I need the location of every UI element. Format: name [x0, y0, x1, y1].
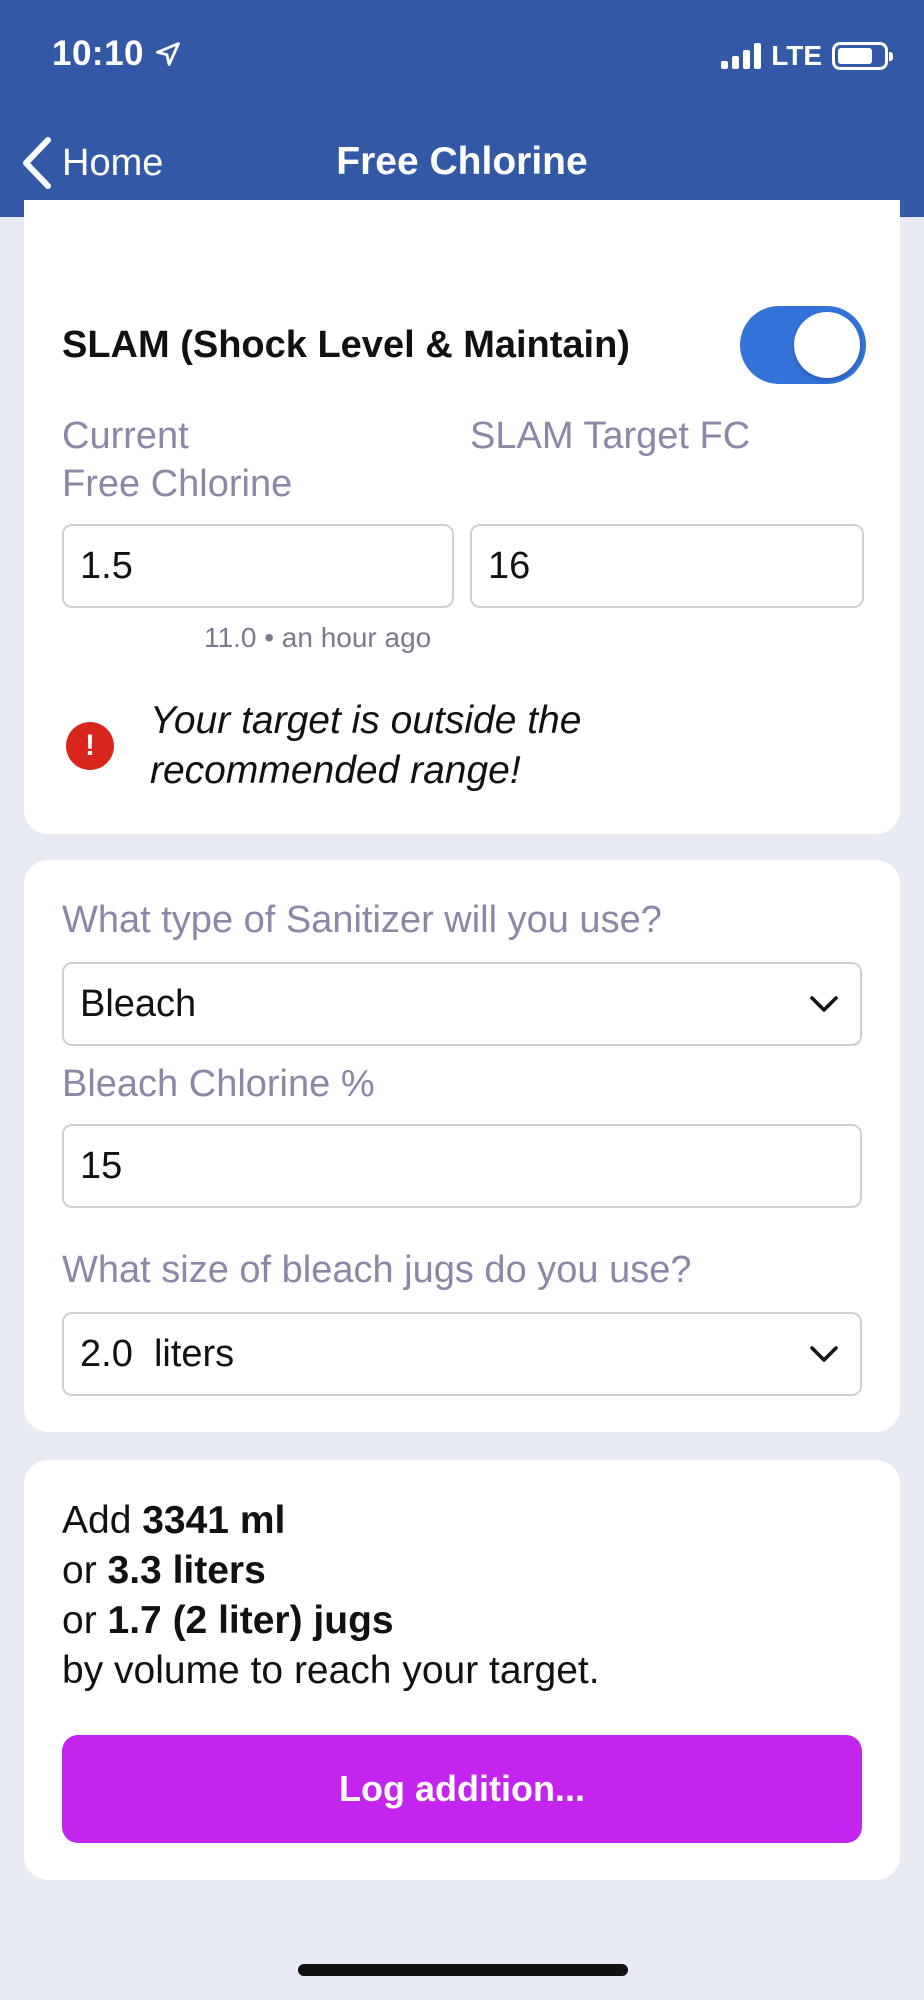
result-ml: 3341 ml [142, 1499, 286, 1542]
chevron-down-icon [810, 996, 838, 1012]
app-header: 10:10 LTE Home Free Chlorine [0, 0, 924, 217]
result-line-ml: Add 3341 ml [62, 1496, 600, 1546]
time-text: 10:10 [52, 34, 145, 73]
slam-toggle[interactable] [740, 306, 866, 384]
status-bar: 10:10 LTE [0, 0, 924, 110]
location-arrow-icon [156, 42, 180, 66]
home-indicator [298, 1964, 628, 1976]
sanitizer-card: What type of Sanitizer will you use? Ble… [24, 860, 900, 1432]
result-jugs: 1.7 (2 liter) jugs [107, 1599, 394, 1642]
target-fc-label: SLAM Target FC [470, 415, 751, 457]
result-liters: 3.3 liters [107, 1549, 266, 1592]
result-line-liters: or 3.3 liters [62, 1546, 600, 1596]
bleach-percent-label: Bleach Chlorine % [62, 1063, 375, 1105]
slam-title: SLAM (Shock Level & Maintain) [62, 323, 630, 366]
result-line-target: by volume to reach your target. [62, 1649, 600, 1692]
chevron-down-icon [810, 1346, 838, 1362]
current-fc-label-line1: Current [62, 415, 189, 457]
result-prefix: Add [62, 1499, 143, 1542]
jug-size-select[interactable]: 2.0 liters [62, 1312, 862, 1396]
slam-card: SLAM (Shock Level & Maintain) Current Fr… [24, 200, 900, 834]
last-reading-hint[interactable]: 11.0 • an hour ago [204, 622, 431, 654]
jug-size-label: What size of bleach jugs do you use? [62, 1249, 692, 1291]
sanitizer-type-label: What type of Sanitizer will you use? [62, 899, 662, 941]
bleach-percent-input[interactable]: 15 [62, 1124, 862, 1208]
result-card: Add 3341 ml or 3.3 liters or 1.7 (2 lite… [24, 1460, 900, 1880]
result-prefix: or [62, 1599, 108, 1642]
sanitizer-type-select[interactable]: Bleach [62, 962, 862, 1046]
sanitizer-type-value: Bleach [80, 982, 197, 1025]
slam-row: SLAM (Shock Level & Maintain) [62, 305, 866, 385]
signal-icon [721, 43, 762, 69]
result-line-jugs: or 1.7 (2 liter) jugs [62, 1596, 600, 1646]
status-indicators: LTE [721, 40, 893, 72]
warning-icon: ! [66, 722, 114, 770]
battery-icon [832, 42, 893, 70]
result-prefix: or [62, 1549, 108, 1592]
toggle-knob [794, 312, 860, 378]
current-fc-label-line2: Free Chlorine [62, 463, 293, 505]
page-title: Free Chlorine [336, 140, 588, 183]
jug-size-value: 2.0 liters [80, 1332, 235, 1375]
dose-result: Add 3341 ml or 3.3 liters or 1.7 (2 lite… [62, 1496, 600, 1696]
current-fc-label: Current Free Chlorine [62, 412, 422, 508]
warning-line2: recommended range! [150, 749, 521, 792]
network-type: LTE [771, 40, 822, 71]
log-addition-button[interactable]: Log addition... [62, 1735, 862, 1843]
warning-message: Your target is outside the recommended r… [150, 696, 870, 796]
warning-line1: Your target is outside the [150, 699, 582, 742]
current-fc-input[interactable]: 1.5 [62, 524, 454, 608]
target-fc-input[interactable]: 16 [470, 524, 864, 608]
status-time: 10:10 [52, 34, 182, 74]
